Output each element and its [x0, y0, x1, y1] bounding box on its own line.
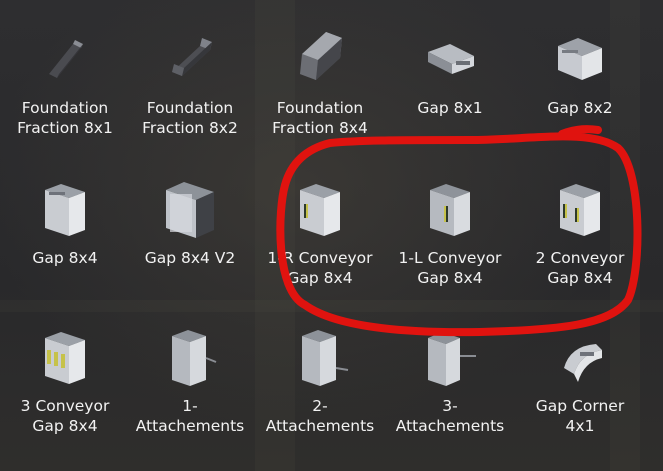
tile-gap-8x4-v2[interactable]: Gap 8x4 V2	[125, 150, 255, 298]
tile-label: 2 Conveyor Gap 8x4	[535, 249, 625, 287]
conveyor-gap-icon	[560, 184, 600, 236]
tile-3-attachements[interactable]: 3- Attachements	[385, 298, 515, 446]
tile-label: Gap 8x4	[32, 249, 98, 267]
gap-block-icon	[558, 38, 602, 80]
tile-1r-conveyor-gap-8x4[interactable]: 1-R Conveyor Gap 8x4	[255, 150, 385, 298]
tile-foundation-fraction-8x2[interactable]: Foundation Fraction 8x2	[125, 0, 255, 148]
attachment-icon	[302, 330, 349, 386]
tile-gap-8x4[interactable]: Gap 8x4	[0, 150, 130, 298]
tile-label: 3 Conveyor Gap 8x4	[20, 397, 110, 435]
conveyor-gap-icon	[430, 184, 470, 236]
tile-label: 1- Attachements	[135, 397, 245, 435]
tile-1l-conveyor-gap-8x4[interactable]: 1-L Conveyor Gap 8x4	[385, 150, 515, 298]
tile-foundation-fraction-8x4[interactable]: Foundation Fraction 8x4	[255, 0, 385, 148]
gap-block-icon	[45, 184, 85, 236]
tile-label: 1-R Conveyor Gap 8x4	[267, 249, 373, 287]
tile-gap-corner-4x1[interactable]: Gap Corner 4x1	[515, 298, 645, 446]
item-grid: Foundation Fraction 8x1 Foundation Fract…	[0, 0, 663, 471]
tile-3-conveyor-gap-8x4[interactable]: 3 Conveyor Gap 8x4	[0, 298, 130, 446]
tile-label: Foundation Fraction 8x1	[17, 99, 113, 137]
foundation-fraction-icon	[49, 40, 83, 78]
foundation-fraction-icon	[172, 38, 212, 76]
tile-label: Gap Corner 4x1	[535, 397, 625, 435]
gap-corner-icon	[564, 344, 602, 382]
tile-label: Foundation Fraction 8x4	[272, 99, 368, 137]
tile-label: 2- Attachements	[265, 397, 375, 435]
gap-block-icon	[166, 182, 214, 238]
conveyor-gap-icon	[45, 332, 85, 384]
foundation-fraction-icon	[300, 32, 342, 80]
attachment-icon	[172, 330, 217, 386]
tile-label: Gap 8x2	[547, 99, 613, 117]
tile-label: 3- Attachements	[395, 397, 505, 435]
tile-label: Gap 8x1	[417, 99, 483, 117]
tile-label: Foundation Fraction 8x2	[142, 99, 238, 137]
tile-2-conveyor-gap-8x4[interactable]: 2 Conveyor Gap 8x4	[515, 150, 645, 298]
tile-2-attachements[interactable]: 2- Attachements	[255, 298, 385, 446]
tile-label: 1-L Conveyor Gap 8x4	[398, 249, 502, 287]
tile-1-attachements[interactable]: 1- Attachements	[125, 298, 255, 446]
gap-block-icon	[428, 44, 474, 74]
tile-foundation-fraction-8x1[interactable]: Foundation Fraction 8x1	[0, 0, 130, 148]
attachment-icon	[428, 332, 476, 386]
tile-gap-8x2[interactable]: Gap 8x2	[515, 0, 645, 148]
tile-label: Gap 8x4 V2	[144, 249, 236, 267]
tile-gap-8x1[interactable]: Gap 8x1	[385, 0, 515, 148]
conveyor-gap-icon	[300, 184, 340, 236]
